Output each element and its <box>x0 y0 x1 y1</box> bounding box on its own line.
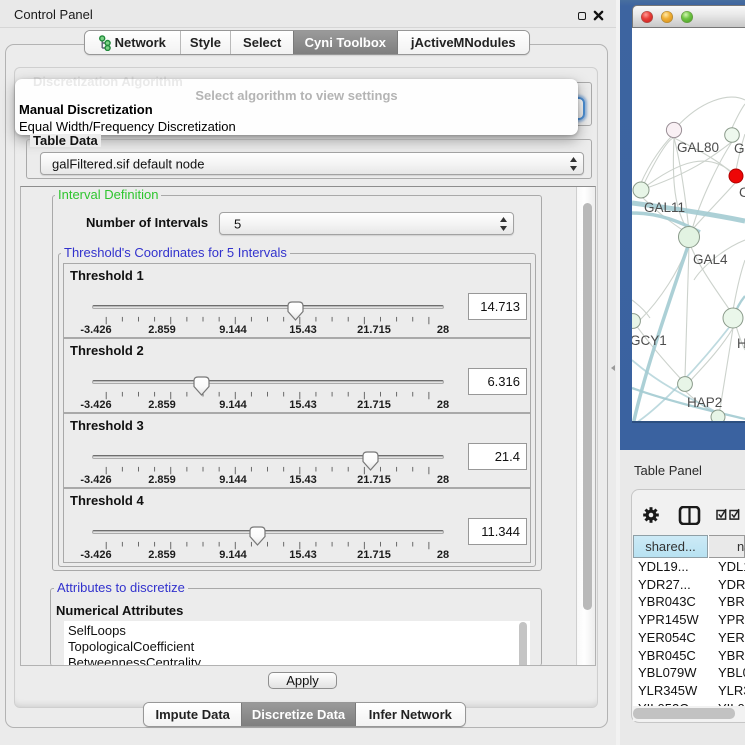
svg-text:GCY1: GCY1 <box>632 333 667 348</box>
svg-text:GAL4: GAL4 <box>693 252 728 267</box>
svg-text:G.: G. <box>734 141 745 156</box>
svg-text:GAL80: GAL80 <box>677 140 719 155</box>
svg-text:C: C <box>739 185 745 200</box>
svg-text:GAL11: GAL11 <box>644 200 685 215</box>
svg-text:HAP2: HAP2 <box>687 395 722 410</box>
svg-text:H: H <box>737 336 745 351</box>
